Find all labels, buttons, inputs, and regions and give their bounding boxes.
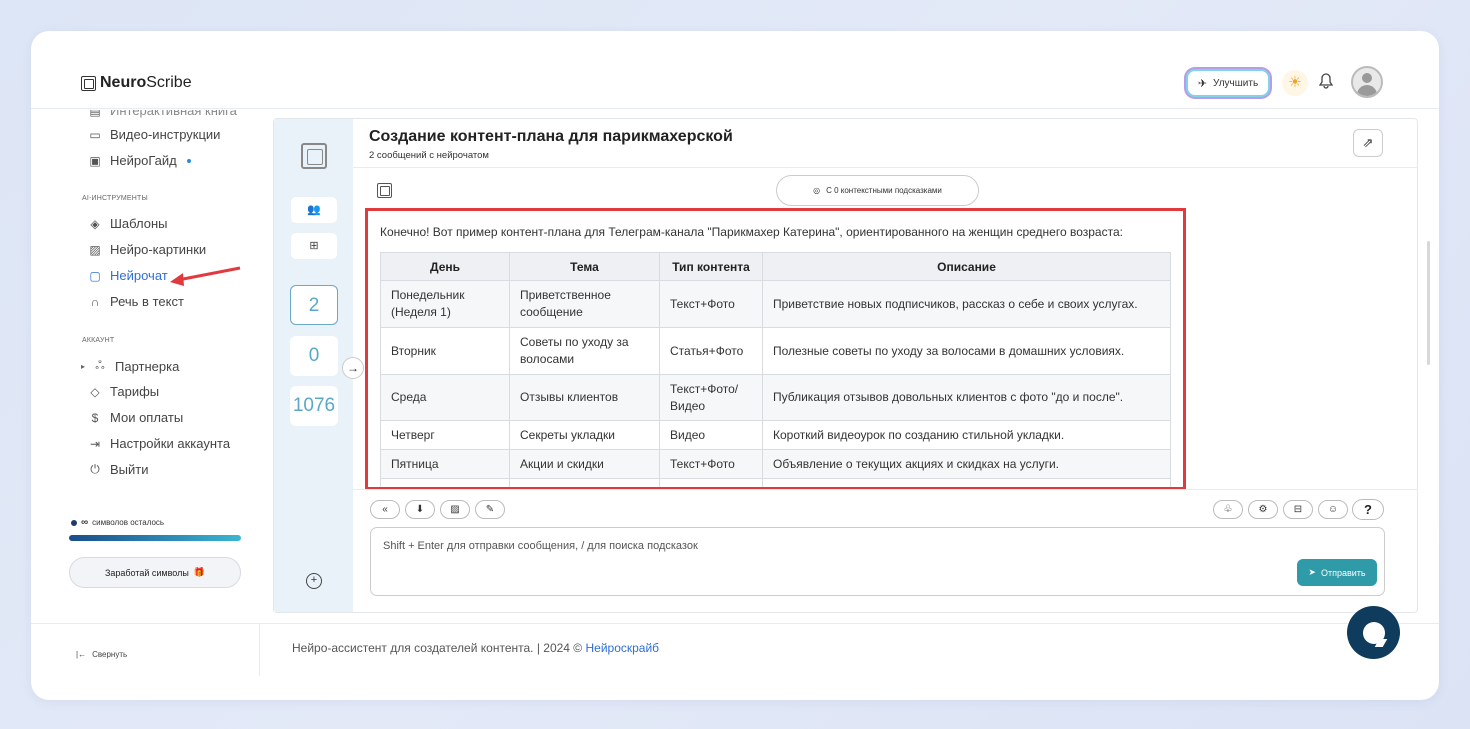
headphones-icon: ∩ bbox=[90, 294, 100, 309]
sidebar-footer bbox=[31, 623, 259, 700]
chevron-down-icon[interactable]: « bbox=[370, 500, 400, 519]
puzzle-icon[interactable]: ♧ bbox=[1213, 500, 1243, 519]
book-icon: ▣ bbox=[89, 153, 101, 168]
expand-arrow-icon[interactable]: → bbox=[342, 357, 364, 379]
users-icon[interactable]: 👥 bbox=[291, 197, 337, 223]
logo-text-bold: Neuro bbox=[100, 74, 147, 91]
tag-icon: ◇ bbox=[90, 384, 100, 399]
counter-tokens: 1076 bbox=[290, 386, 338, 426]
table-row: Понедельник (Неделя 1) Приветственное со… bbox=[380, 280, 1171, 328]
sidebar-item-settings[interactable]: ⇥ Настройки аккаунта bbox=[88, 436, 230, 451]
chat-subtitle: 2 сообщений с нейрочатом bbox=[369, 150, 489, 161]
col-header-type: Тип контента bbox=[659, 252, 763, 281]
support-chat-button[interactable] bbox=[1347, 606, 1400, 659]
power-icon: ⏻ bbox=[90, 462, 100, 476]
share-button[interactable]: ⇗ bbox=[1353, 129, 1383, 157]
footer-link[interactable]: Нейроскрайб bbox=[585, 641, 659, 655]
input-placeholder: Shift + Enter для отправки сообщения, / … bbox=[383, 540, 698, 552]
symbols-progress-bar bbox=[69, 535, 241, 541]
scrollbar[interactable] bbox=[1427, 241, 1430, 365]
layout-icon[interactable]: ⊟ bbox=[1283, 500, 1313, 519]
sidebar-item-neuro-images[interactable]: ▨ Нейро-картинки bbox=[88, 242, 206, 257]
counter-zero: 0 bbox=[290, 336, 338, 376]
content-plan-table: День Тема Тип контента Описание Понедель… bbox=[380, 252, 1171, 487]
gear-icon[interactable]: ⚙ bbox=[1248, 500, 1278, 519]
hint-icon: ◎ bbox=[813, 186, 821, 195]
footer-text: Нейро-ассистент для создателей контента.… bbox=[292, 641, 660, 655]
logo-text-light: Scribe bbox=[146, 74, 192, 91]
new-dot bbox=[186, 158, 191, 163]
sidebar-item-templates[interactable]: ◈ Шаблоны bbox=[88, 216, 167, 231]
table-row: Четверг Секреты укладки Видео Короткий в… bbox=[380, 420, 1171, 450]
message-intro: Конечно! Вот пример контент-плана для Те… bbox=[380, 225, 1123, 239]
context-hints-pill[interactable]: ◎ С 0 контекстными подсказками bbox=[776, 175, 979, 206]
robot-icon[interactable]: ☺ bbox=[1318, 500, 1348, 519]
chat-icon: ▢ bbox=[89, 268, 101, 283]
grid-icon[interactable]: ⊞ bbox=[291, 233, 337, 259]
caret-right-icon: ▸ bbox=[81, 361, 86, 371]
sidebar-item-tariffs[interactable]: ◇ Тарифы bbox=[88, 384, 159, 399]
add-icon[interactable]: + bbox=[306, 573, 322, 589]
chat-title: Создание контент-плана для парикмахерско… bbox=[369, 128, 733, 145]
red-arrow-annotation bbox=[170, 266, 241, 286]
dollar-icon: $ bbox=[91, 410, 99, 425]
bot-avatar-icon bbox=[377, 183, 392, 198]
rocket-icon: ✈ bbox=[1197, 77, 1208, 90]
sidebar-item-partner[interactable]: ▸ ஃ Партнерка bbox=[81, 358, 179, 374]
sidebar-item-video[interactable]: ▭ Видео-инструкции bbox=[88, 127, 220, 142]
col-header-topic: Тема bbox=[509, 252, 660, 281]
header-divider bbox=[353, 167, 1418, 168]
message-input[interactable] bbox=[370, 527, 1385, 596]
sidebar-item-logout[interactable]: ⏻ Выйти bbox=[88, 462, 148, 477]
page-footer bbox=[260, 623, 1439, 700]
table-row: Пятница Акции и скидки Текст+Фото Объявл… bbox=[380, 449, 1171, 479]
bot-logo-icon bbox=[301, 143, 327, 169]
counter-messages: 2 bbox=[290, 285, 338, 325]
table-row: Среда Отзывы клиентов Текст+Фото/ Видео … bbox=[380, 374, 1171, 421]
col-header-day: День bbox=[380, 252, 510, 281]
theme-toggle-sun-icon[interactable]: ☀ bbox=[1282, 70, 1308, 96]
sidebar-item-neurochat[interactable]: ▢ Нейрочат bbox=[88, 268, 167, 283]
avatar[interactable] bbox=[1351, 66, 1383, 98]
sidebar: ▤ Интерактивная книга ▭ Видео-инструкции ▣… bbox=[31, 110, 259, 622]
toolbar-divider bbox=[353, 489, 1418, 490]
sidebar-item-interactive-book[interactable]: ▤ Интерактивная книга bbox=[88, 110, 237, 118]
symbols-left: ∞ символов осталось bbox=[71, 517, 164, 528]
login-icon: ⇥ bbox=[89, 436, 101, 451]
bot-message: Конечно! Вот пример контент-плана для Те… bbox=[365, 208, 1186, 490]
book-icon: ▤ bbox=[89, 110, 101, 118]
chat-bubble-icon bbox=[1362, 621, 1385, 644]
upgrade-label: Улучшить bbox=[1213, 77, 1259, 89]
share-icon: ⇗ bbox=[1362, 135, 1374, 150]
download-icon[interactable]: ⬇ bbox=[405, 500, 435, 519]
col-header-description: Описание bbox=[762, 252, 1171, 281]
layers-icon: ◈ bbox=[90, 216, 100, 231]
section-ai-tools: AI-ИНСТРУМЕНТЫ bbox=[82, 195, 148, 202]
sidebar-item-payments[interactable]: $ Мои оплаты bbox=[88, 410, 184, 425]
earn-symbols-button[interactable]: Заработай символы 🎁 bbox=[69, 557, 241, 588]
app-logo[interactable]: Neuro Scribe bbox=[81, 74, 192, 92]
magic-wand-icon[interactable]: ✎ bbox=[475, 500, 505, 519]
table-row: Вторник Советы по уходу за волосами Стат… bbox=[380, 327, 1171, 375]
bell-icon[interactable] bbox=[1318, 73, 1334, 94]
gift-icon: 🎁 bbox=[193, 567, 206, 577]
collapse-button[interactable]: |← Свернуть bbox=[76, 650, 127, 659]
upgrade-button[interactable]: ✈ Улучшить bbox=[1186, 69, 1270, 97]
send-button[interactable]: ➤ Отправить bbox=[1297, 559, 1377, 586]
send-icon: ➤ bbox=[1308, 567, 1316, 577]
status-dot bbox=[71, 519, 77, 526]
sidebar-item-neuroguide[interactable]: ▣ НейроГайд bbox=[88, 153, 191, 168]
table-header-row: День Тема Тип контента Описание bbox=[380, 252, 1171, 281]
video-icon: ▭ bbox=[89, 127, 101, 142]
collapse-icon: |← bbox=[76, 650, 87, 659]
section-account: АККАУНТ bbox=[82, 337, 115, 344]
users-icon: ஃ bbox=[95, 358, 105, 372]
image-icon[interactable]: ▨ bbox=[440, 500, 470, 519]
help-button[interactable]: ? bbox=[1352, 499, 1384, 520]
sidebar-item-speech-to-text[interactable]: ∩ Речь в текст bbox=[88, 294, 184, 309]
logo-icon bbox=[81, 75, 96, 91]
image-icon: ▨ bbox=[89, 242, 101, 257]
